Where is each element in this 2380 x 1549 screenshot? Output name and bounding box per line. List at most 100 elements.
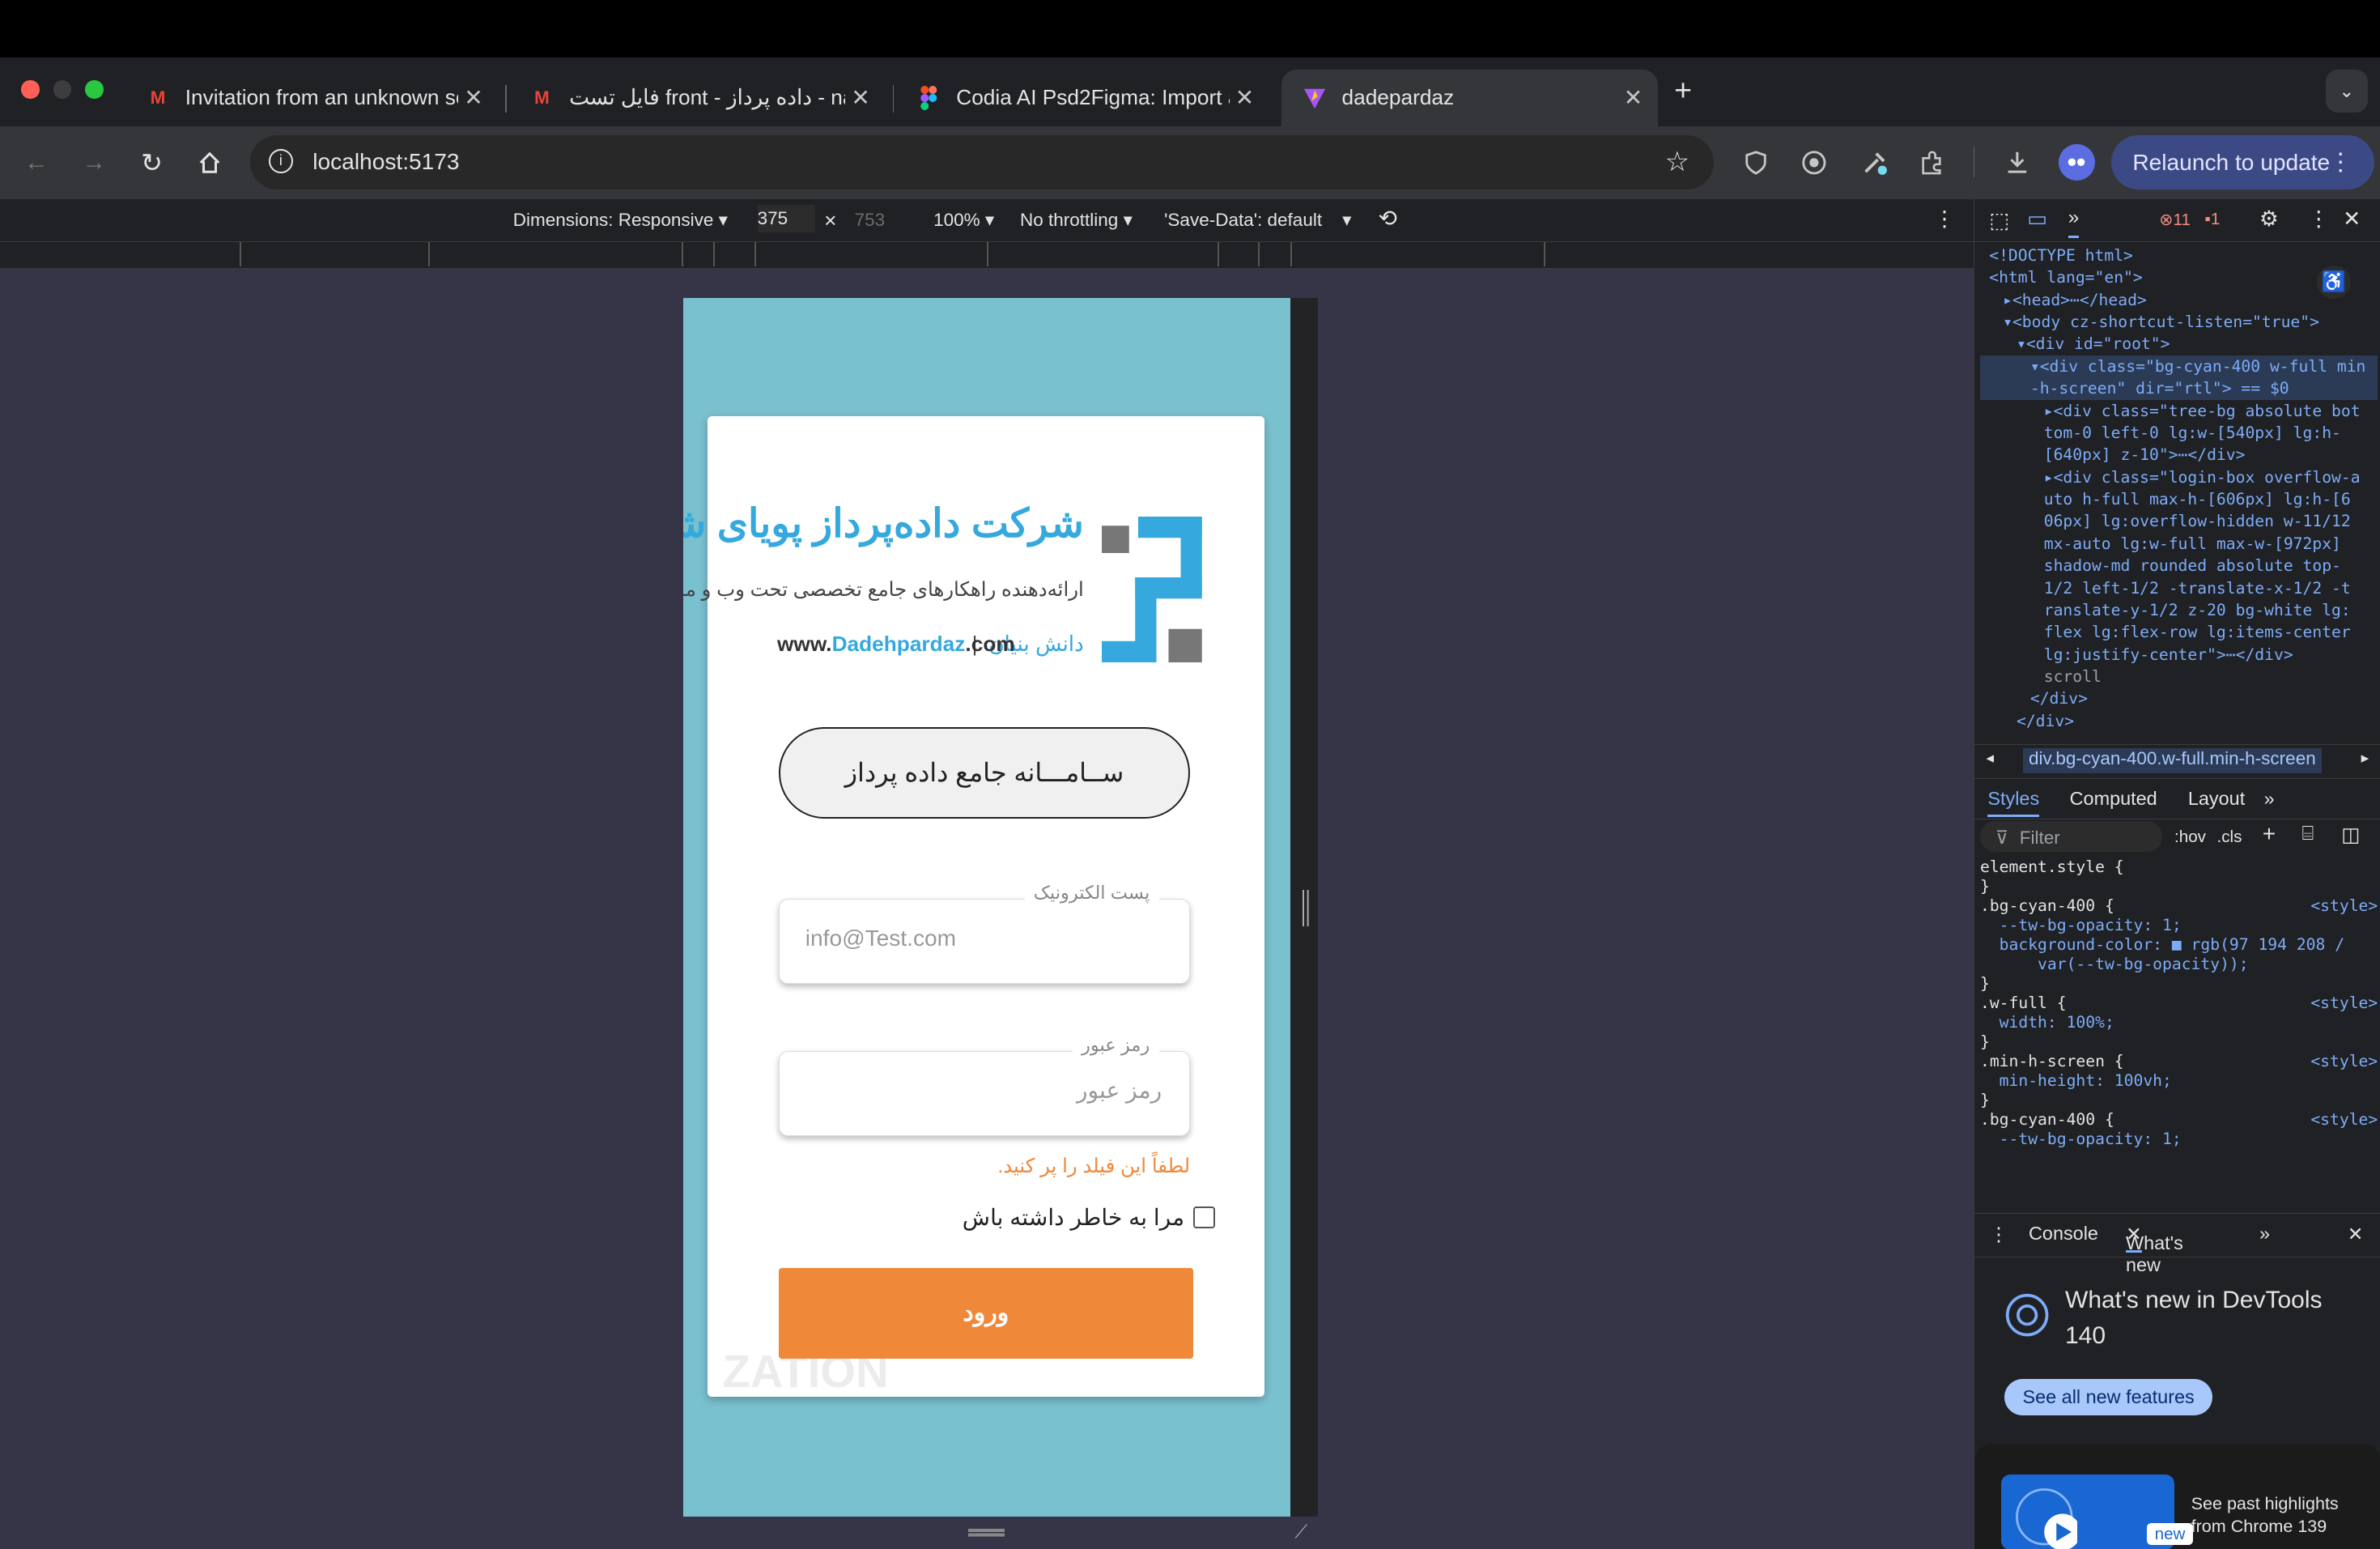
bookmark-star-icon[interactable]: ☆ <box>1665 146 1689 178</box>
style-rule-line[interactable]: .min-h-screen {<style> <box>1980 1052 2378 1071</box>
password-field[interactable]: رمز عبور رمز عبور <box>779 1051 1190 1136</box>
style-source-link[interactable]: <style> <box>2310 896 2378 916</box>
tab-console[interactable]: Console <box>2029 1223 2098 1245</box>
url-text[interactable]: localhost:5173 <box>312 149 459 175</box>
drawer-menu-icon[interactable]: ⋮ <box>1989 1223 2008 1245</box>
reload-icon[interactable]: ↻ <box>134 144 170 181</box>
login-button[interactable]: ورود <box>779 1268 1193 1360</box>
close-drawer-icon[interactable]: ✕ <box>2348 1223 2364 1245</box>
close-devtools-icon[interactable]: ✕ <box>2343 206 2361 232</box>
back-icon[interactable]: ← <box>19 144 55 181</box>
warning-count[interactable]: ▪1 <box>2205 210 2221 229</box>
device-mode-icon[interactable]: ▭ <box>2027 206 2047 232</box>
email-field[interactable]: پست الکترونیک info@Test.com <box>779 899 1190 984</box>
eyedropper-extension-icon[interactable] <box>1856 144 1893 181</box>
cls-toggle[interactable]: .cls <box>2217 828 2242 847</box>
minimize-window-button[interactable] <box>53 80 72 99</box>
forward-icon[interactable]: → <box>76 144 113 181</box>
tab-whats-new[interactable]: What's new ✕ <box>2126 1223 2142 1253</box>
close-tab-icon[interactable]: ✕ <box>1230 84 1260 111</box>
tab-computed[interactable]: Computed <box>2070 788 2157 810</box>
height-input[interactable]: 753 <box>855 210 886 231</box>
style-rule-line[interactable]: --tw-bg-opacity: 1; <box>1980 916 2378 935</box>
dom-node-line[interactable]: tom-0 left-0 lg:w-[540px] lg:h- <box>1980 422 2378 444</box>
dom-node-line[interactable]: ▾<div id="root"> <box>1980 333 2378 355</box>
close-window-button[interactable] <box>21 80 40 99</box>
dom-node-line[interactable]: ▸<div class="tree-bg absolute bot <box>1980 400 2378 422</box>
dom-node-line[interactable]: ▾<div class="bg-cyan-400 w-full min <box>1980 355 2378 377</box>
style-rule-line[interactable]: .w-full {<style> <box>1980 994 2378 1013</box>
style-rule-line[interactable]: } <box>1980 1091 2378 1110</box>
style-source-link[interactable]: <style> <box>2310 1052 2378 1071</box>
profile-avatar-icon[interactable] <box>2059 144 2095 181</box>
close-tab-icon[interactable]: ✕ <box>845 84 876 111</box>
paint-icon[interactable]: ⌸ <box>2302 823 2314 845</box>
width-input[interactable]: 375 <box>758 205 815 232</box>
zoom-dropdown[interactable]: 100% ▾ <box>933 210 994 231</box>
relaunch-button[interactable]: Relaunch to update ⋮ <box>2111 135 2374 190</box>
new-tab-button[interactable]: + <box>1674 73 1692 108</box>
style-source-link[interactable]: <style> <box>2310 994 2378 1013</box>
highlight-video-thumbnail[interactable]: new <box>2001 1475 2174 1549</box>
styles-filter-input[interactable]: ⊽ Filter <box>1980 821 2162 852</box>
dom-node-line[interactable]: <html lang="en"> <box>1980 266 2378 288</box>
download-icon[interactable] <box>1999 144 2035 181</box>
highlights-card[interactable]: new See past highlights from Chrome 139 <box>1974 1444 2380 1548</box>
style-rule-line[interactable]: --tw-bg-opacity: 1; <box>1980 1130 2378 1149</box>
devtools-more-icon[interactable]: ⋮ <box>2308 206 2329 232</box>
dom-node-line[interactable]: ▸<head>⋯</head> <box>1980 289 2378 311</box>
dom-node-line[interactable]: scroll <box>1980 666 2378 687</box>
maximize-window-button[interactable] <box>85 80 104 99</box>
inspect-icon[interactable]: ⬚ <box>1989 208 2009 233</box>
remember-me-checkbox[interactable] <box>1193 1206 1215 1228</box>
styles-pane[interactable]: element.style {}.bg-cyan-400 {<style> --… <box>1980 857 2378 1149</box>
style-rule-line[interactable]: element.style { <box>1980 857 2378 877</box>
style-rule-line[interactable]: } <box>1980 877 2378 896</box>
tab-dadepardaz[interactable]: dadepardaz ✕ <box>1281 70 1658 126</box>
more-drawer-tabs-icon[interactable]: » <box>2259 1223 2270 1245</box>
dom-node-line[interactable]: </div> <box>1980 710 2378 732</box>
dom-node-line[interactable]: 06px] lg:overflow-hidden w-11/12 <box>1980 510 2378 532</box>
viewport-resize-handle[interactable] <box>1290 298 1318 1517</box>
breadcrumb-left-icon[interactable]: ◂ <box>1987 749 1994 767</box>
tab-gmail-front[interactable]: M فایل تست front - داده پرداز - nail ✕ <box>508 70 885 126</box>
tab-layout[interactable]: Layout <box>2188 788 2245 810</box>
password-input[interactable]: رمز عبور <box>1077 1077 1162 1104</box>
target-extension-icon[interactable] <box>1796 144 1832 181</box>
dom-node-line[interactable]: </div> <box>1980 687 2378 709</box>
style-source-link[interactable]: <style> <box>2310 1110 2378 1130</box>
see-all-features-button[interactable]: See all new features <box>2004 1379 2212 1415</box>
dimensions-dropdown[interactable]: Dimensions: Responsive ▾ <box>513 210 728 231</box>
dom-node-line[interactable]: -h-screen" dir="rtl"> == $0 <box>1980 377 2378 399</box>
dom-node-line[interactable]: ▸<div class="login-box overflow-a <box>1980 466 2378 488</box>
dom-node-line[interactable]: mx-auto lg:w-full max-w-[972px] <box>1980 533 2378 555</box>
style-rule-line[interactable]: } <box>1980 1032 2378 1052</box>
style-rule-line[interactable]: var(--tw-bg-opacity)); <box>1980 955 2378 974</box>
tab-styles[interactable]: Styles <box>1987 788 2039 817</box>
style-rule-line[interactable]: background-color: ■ rgb(97 194 208 / <box>1980 935 2378 955</box>
remember-me[interactable]: مرا به خاطر داشته باش <box>963 1204 1215 1231</box>
shield-extension-icon[interactable] <box>1738 144 1774 181</box>
close-tab-icon[interactable]: ✕ <box>458 84 489 111</box>
error-count[interactable]: ⊗11 <box>2159 210 2191 230</box>
settings-gear-icon[interactable]: ⚙ <box>2259 206 2279 232</box>
tab-search-icon[interactable]: ⌄ <box>2326 70 2369 113</box>
dom-node-line[interactable]: lg:justify-center">⋯</div> <box>1980 644 2378 666</box>
style-rule-line[interactable]: .bg-cyan-400 {<style> <box>1980 1110 2378 1130</box>
style-rule-line[interactable]: width: 100%; <box>1980 1013 2378 1032</box>
close-tab-icon[interactable]: ✕ <box>1618 84 1649 111</box>
dom-node-line[interactable]: <!DOCTYPE html> <box>1980 245 2378 266</box>
hov-toggle[interactable]: :hov <box>2174 828 2206 847</box>
dom-node-line[interactable]: shadow-md rounded absolute top- <box>1980 555 2378 577</box>
dom-node-line[interactable]: ranslate-y-1/2 z-20 bg-white lg: <box>1980 599 2378 621</box>
tab-codia[interactable]: Codia AI Psd2Figma: Import a ✕ <box>895 70 1269 126</box>
rotate-icon[interactable]: ⟲ <box>1379 205 1398 232</box>
style-rule-line[interactable]: .bg-cyan-400 {<style> <box>1980 896 2378 916</box>
breadcrumb-right-icon[interactable]: ▸ <box>2361 749 2369 767</box>
dom-node-line[interactable]: ▾<body cz-shortcut-listen="true"> <box>1980 311 2378 333</box>
dom-node-line[interactable]: [640px] z-10">⋯</div> <box>1980 444 2378 466</box>
site-info-icon[interactable]: i <box>269 149 293 173</box>
home-icon[interactable] <box>191 144 227 181</box>
dom-node-line[interactable]: uto h-full max-h-[606px] lg:h-[6 <box>1980 488 2378 510</box>
new-rule-icon[interactable]: + <box>2263 821 2276 847</box>
